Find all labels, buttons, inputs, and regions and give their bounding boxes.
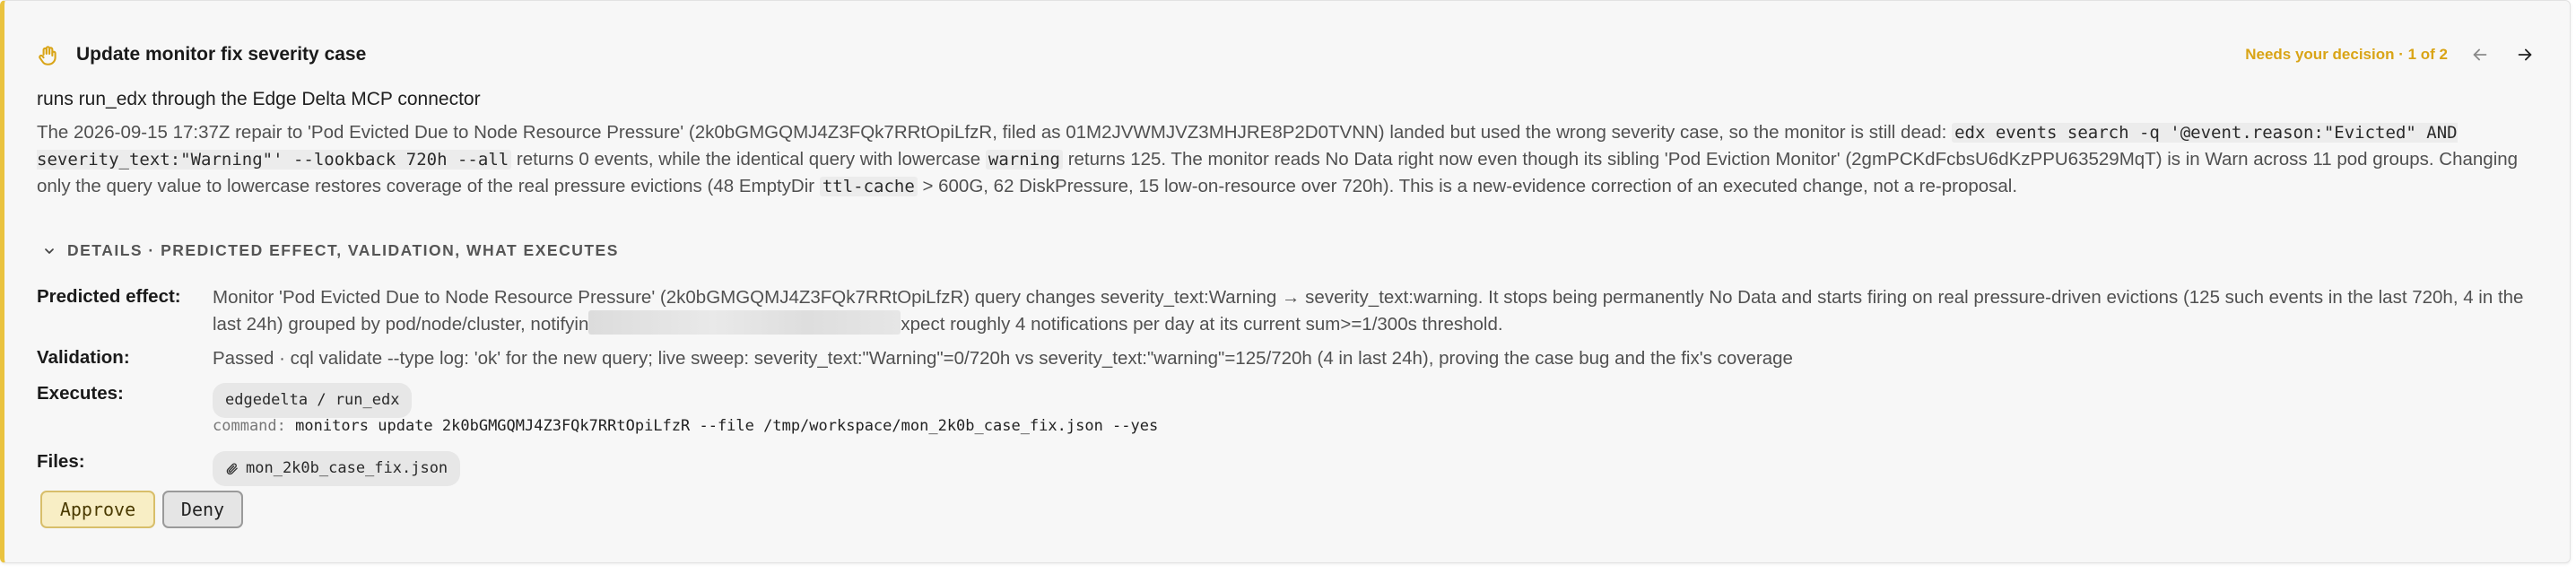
change-description: The 2026-09-15 17:37Z repair to 'Pod Evi… [37,119,2537,200]
paperclip-icon [226,463,238,475]
chevron-down-icon [45,248,54,254]
command-key: command: [213,417,286,435]
arrow-right-icon [2518,48,2532,61]
redacted-region [588,310,901,335]
files-label: Files: [37,451,85,472]
inline-code: ttl-cache [819,177,918,196]
details-toggle[interactable]: DETAILS · PREDICTED EFFECT, VALIDATION, … [42,241,619,260]
arrow-left-icon [2473,48,2487,61]
predicted-effect-label: Predicted effect: [37,286,181,307]
card-header: Update monitor fix severity case Needs y… [37,42,2537,73]
executes-label: Executes: [37,383,124,404]
validation-label: Validation: [37,347,130,368]
command-text: monitors update 2k0bGMGQMJ4Z3FQk7RRtOpiL… [295,417,1159,435]
header-controls: Needs your decision · 1 of 2 [2245,42,2537,67]
hand-icon [37,44,60,67]
description-text: returns 0 events, while the identical qu… [511,149,986,170]
file-name: mon_2k0b_case_fix.json [246,459,448,477]
validation-text: Passed · cql validate --type log: 'ok' f… [213,348,1793,369]
file-chip[interactable]: mon_2k0b_case_fix.json [213,451,461,486]
details-label: DETAILS · PREDICTED EFFECT, VALIDATION, … [67,241,619,259]
connector-subtitle: runs run_edx through the Edge Delta MCP … [37,89,481,109]
predicted-text: xpect roughly 4 notifications per day at… [901,314,1503,335]
deny-button[interactable]: Deny [162,491,243,528]
next-button[interactable] [2512,42,2537,67]
command-line: command: monitors update 2k0bGMGQMJ4Z3FQ… [213,413,2537,439]
decision-status: Needs your decision · 1 of 2 [2245,46,2448,63]
description-text: The 2026-09-15 17:37Z repair to 'Pod Evi… [37,122,1953,143]
card-content: Update monitor fix severity case Needs y… [37,1,2537,562]
approve-button[interactable]: Approve [40,491,155,528]
predicted-effect-text: Monitor 'Pod Evicted Due to Node Resourc… [213,284,2537,337]
files-value: mon_2k0b_case_fix.json [213,451,2537,486]
approval-card: Update monitor fix severity case Needs y… [0,0,2571,563]
inline-code: warning [985,150,1063,170]
card-title: Update monitor fix severity case [76,44,367,65]
description-text: > 600G, 62 DiskPressure, 15 low-on-resou… [917,176,2018,196]
previous-button[interactable] [2467,42,2493,67]
